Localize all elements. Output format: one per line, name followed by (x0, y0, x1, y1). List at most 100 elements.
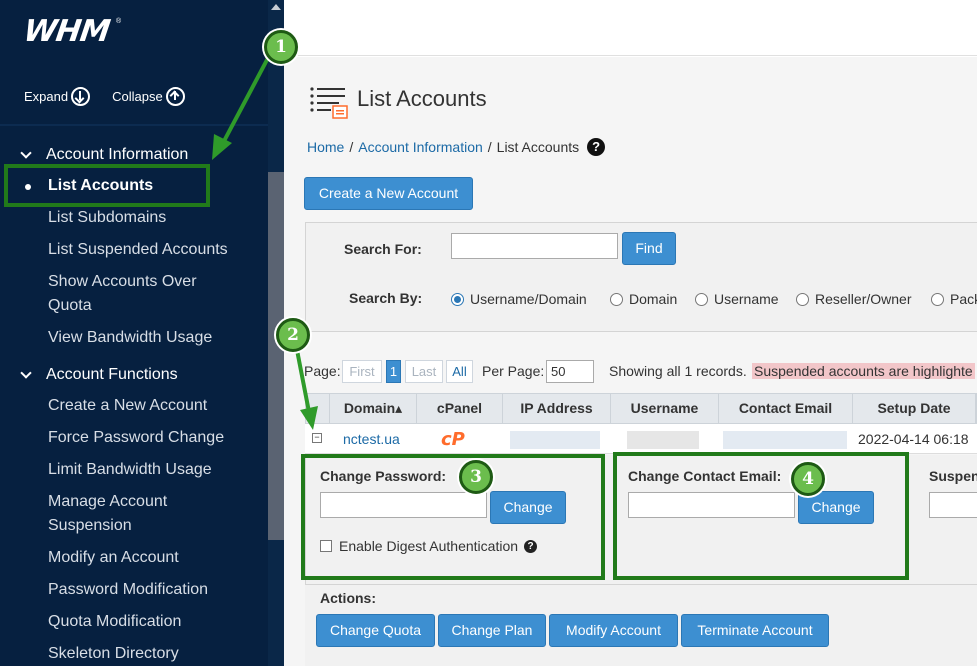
sidebar-item-modify-account[interactable]: Modify an Account (48, 546, 248, 570)
find-button[interactable]: Find (622, 232, 676, 265)
radio-username-domain[interactable]: Username/Domain (451, 291, 587, 307)
column-username[interactable]: Username (611, 394, 719, 423)
cpanel-logo-icon[interactable]: cP (441, 429, 465, 450)
arrow-down-circle-icon (71, 87, 91, 106)
sidebar-divider (0, 124, 268, 126)
records-count: Showing all 1 records. (609, 363, 747, 379)
column-expander (306, 394, 330, 423)
breadcrumb-separator: / (349, 139, 354, 155)
suspension-label: Suspen (929, 468, 977, 484)
whm-logo: WHM (21, 14, 112, 49)
breadcrumb-separator: / (487, 139, 492, 155)
search-input[interactable] (451, 233, 618, 259)
breadcrumb-home[interactable]: Home (307, 139, 344, 155)
sidebar-scrollbar-thumb[interactable] (268, 172, 284, 540)
radio-reseller-owner[interactable]: Reseller/Owner (796, 291, 911, 307)
sidebar-item-skeleton-directory[interactable]: Skeleton Directory (48, 642, 248, 666)
suspended-note: Suspended accounts are highlighte (752, 363, 975, 379)
sidebar-item-force-password-change[interactable]: Force Password Change (48, 426, 248, 450)
sort-up-icon: ▴ (395, 400, 403, 416)
radio-domain[interactable]: Domain (610, 291, 677, 307)
highlight-box-change-password (301, 454, 605, 580)
actions-label: Actions: (320, 590, 376, 606)
search-by-label: Search By: (349, 290, 423, 306)
highlight-box-list-accounts (4, 164, 210, 207)
sidebar-item-view-bandwidth-usage[interactable]: View Bandwidth Usage (48, 326, 248, 350)
sidebar-item-manage-account-suspension[interactable]: Manage Account Suspension (48, 490, 198, 538)
column-cpanel[interactable]: cPanel (417, 394, 503, 423)
sidebar-item-limit-bandwidth-usage[interactable]: Limit Bandwidth Usage (48, 458, 248, 482)
list-accounts-icon (310, 87, 348, 119)
radio-label: Username/Domain (470, 291, 587, 307)
collapse-label: Collapse (112, 89, 163, 104)
radio-label: Domain (629, 291, 678, 307)
chevron-down-icon (20, 147, 32, 159)
collapse-button[interactable]: Collapse (112, 87, 185, 106)
radio-icon (610, 292, 623, 306)
sidebar-item-create-new-account[interactable]: Create a New Account (48, 394, 248, 418)
per-page-input[interactable]: 50 (546, 360, 594, 383)
page-label: Page: (304, 363, 341, 379)
radio-label: Reseller/Owner (815, 291, 912, 307)
pager-row: Page: First 1 Last All Per Page: 50 Show… (304, 360, 977, 384)
top-bar (284, 0, 977, 56)
expand-label: Expand (24, 89, 69, 104)
section-title: Account Functions (46, 366, 178, 383)
step-badge-1: 1 (264, 30, 298, 64)
section-account-information[interactable]: Account Information (20, 146, 188, 164)
suspension-input[interactable] (929, 492, 977, 518)
radio-username[interactable]: Username (695, 291, 779, 307)
radio-icon (931, 292, 944, 306)
chevron-down-icon (20, 367, 32, 379)
help-icon[interactable]: ? (587, 138, 606, 156)
step-badge-4: 4 (791, 462, 825, 496)
sidebar: WHM ® Expand Collapse Account Informatio… (0, 0, 284, 666)
sidebar-item-list-subdomains[interactable]: List Subdomains (48, 206, 248, 230)
radio-icon (796, 292, 809, 306)
domain-link[interactable]: nctest.ua (343, 424, 400, 454)
table-header: Domain▴ cPanel IP Address Username Conta… (305, 393, 977, 424)
radio-label: Pack (950, 291, 977, 307)
radio-package[interactable]: Pack (931, 291, 977, 307)
sidebar-item-password-modification[interactable]: Password Modification (48, 578, 248, 602)
table-row: − nctest.ua cP 2022-04-14 06:18 (305, 424, 977, 454)
breadcrumb-account-information[interactable]: Account Information (358, 139, 483, 155)
column-setup-date[interactable]: Setup Date (853, 394, 976, 423)
column-contact-email[interactable]: Contact Email (719, 394, 853, 423)
column-ip-address[interactable]: IP Address (503, 394, 611, 423)
search-for-label: Search For: (344, 241, 422, 257)
redacted-ip (510, 431, 600, 449)
terminate-account-button[interactable]: Terminate Account (681, 614, 829, 647)
setup-date: 2022-04-14 06:18 (858, 431, 969, 447)
change-quota-button[interactable]: Change Quota (316, 614, 435, 647)
sidebar-item-show-accounts-over-quota[interactable]: Show Accounts Over Quota (48, 270, 218, 318)
expand-collapse-row: Expand Collapse (24, 87, 185, 106)
radio-icon (695, 292, 708, 306)
pager-last-button[interactable]: Last (405, 360, 443, 383)
change-plan-button[interactable]: Change Plan (438, 614, 546, 647)
redacted-username (627, 431, 699, 449)
sidebar-item-list-suspended-accounts[interactable]: List Suspended Accounts (48, 238, 248, 262)
step-badge-2: 2 (276, 318, 310, 352)
pager-all-button[interactable]: All (446, 360, 473, 383)
scroll-up-arrow-icon[interactable] (271, 4, 281, 10)
section-account-functions[interactable]: Account Functions (20, 366, 178, 384)
page-title: List Accounts (357, 86, 487, 111)
highlight-box-change-email (613, 452, 909, 580)
modify-account-button[interactable]: Modify Account (549, 614, 678, 647)
registered-mark: ® (116, 18, 122, 25)
column-domain[interactable]: Domain▴ (330, 394, 417, 423)
per-page-label: Per Page: (482, 363, 545, 379)
collapse-row-icon[interactable]: − (312, 433, 322, 443)
sidebar-item-quota-modification[interactable]: Quota Modification (48, 610, 248, 634)
column-label: Domain (343, 400, 396, 416)
arrow-up-circle-icon (165, 87, 185, 106)
redacted-email (723, 431, 847, 449)
step-badge-3: 3 (459, 460, 493, 494)
pager-first-button[interactable]: First (342, 360, 382, 383)
breadcrumb-current: List Accounts (496, 139, 580, 155)
create-new-account-button[interactable]: Create a New Account (304, 177, 473, 210)
pager-current-page[interactable]: 1 (386, 360, 401, 383)
radio-selected-icon (451, 292, 464, 306)
expand-button[interactable]: Expand (24, 87, 91, 106)
